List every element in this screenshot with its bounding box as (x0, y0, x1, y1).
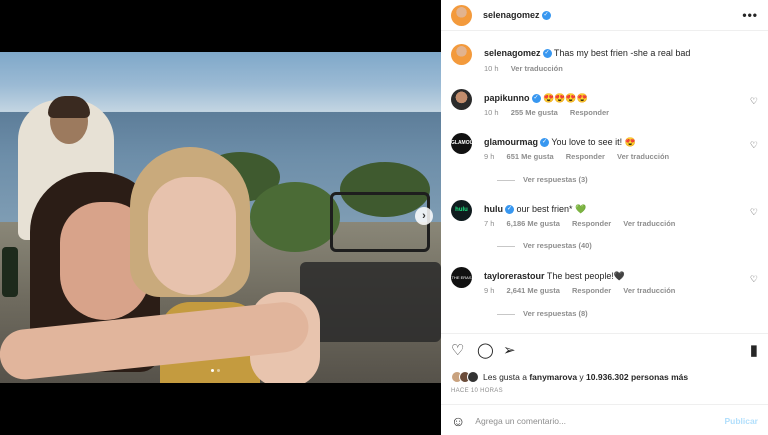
bookmark-icon[interactable]: ▮ (750, 342, 758, 360)
likes-middle: y (579, 372, 584, 382)
comment-input[interactable] (475, 415, 706, 426)
photo-bottle (2, 247, 18, 297)
comment-time: 9 h (484, 152, 495, 161)
translate-link[interactable]: Ver traducción (623, 286, 675, 295)
reply-link[interactable]: Responder (572, 286, 611, 295)
comment-time: 7 h (484, 219, 495, 228)
publish-button[interactable]: Publicar (724, 416, 758, 426)
photo-woman-face (148, 177, 236, 295)
post-panel: selenagomez ✓ ••• selenagomez ✓ Thas my b… (441, 0, 768, 435)
reply-link[interactable]: Responder (570, 108, 609, 117)
author-username[interactable]: selenagomez (483, 10, 540, 20)
post-photo[interactable] (0, 52, 441, 383)
reply-link[interactable]: Responder (566, 152, 605, 161)
likes-summary: Les gusta a fanymarova y 10.936.302 pers… (451, 371, 688, 383)
comment-likes[interactable]: 255 Me gusta (511, 108, 558, 117)
view-replies-link[interactable]: Ver respuestas (3) (497, 175, 588, 184)
likes-text: Les gusta a fanymarova y 10.936.302 pers… (483, 372, 688, 382)
translate-link[interactable]: Ver traducción (623, 219, 675, 228)
verified-icon: ✓ (542, 49, 552, 59)
avatar[interactable] (451, 4, 472, 26)
comment-username[interactable]: papikunno (484, 93, 530, 103)
avatar[interactable]: GLAMOUR (451, 133, 472, 154)
carousel-dot (211, 369, 214, 372)
photo-man-hair (48, 96, 90, 118)
share-icon[interactable]: ➢ (503, 342, 516, 360)
avatar[interactable] (451, 89, 472, 110)
view-replies-link[interactable]: Ver respuestas (8) (497, 309, 588, 318)
verified-icon: ✓ (541, 10, 551, 20)
carousel-dots (211, 369, 220, 372)
comment-body: glamourmag ✓ You love to see it! 😍 (484, 136, 734, 148)
emoji-icon[interactable]: ☺ (451, 413, 465, 429)
avatar[interactable] (451, 44, 472, 65)
verified-icon: ✓ (531, 94, 541, 104)
heart-icon[interactable]: ♡ (750, 274, 758, 285)
heart-icon[interactable]: ♡ (750, 140, 758, 151)
avatar[interactable]: THE ERAS TOUR (451, 267, 472, 288)
verified-icon: ✓ (540, 138, 550, 148)
liker-avatar (467, 371, 479, 383)
comment-meta: 9 h 651 Me gusta Responder Ver traducció… (484, 152, 679, 161)
likes-user[interactable]: fanymarova (529, 372, 577, 382)
action-icons: ♡ ◯ ➢ ▮ (451, 342, 758, 360)
comment-username[interactable]: taylorerastour (484, 271, 545, 281)
chevron-right-icon: › (422, 210, 426, 222)
comment-text: The best people!🖤 (546, 271, 626, 281)
heart-icon[interactable]: ♡ (451, 342, 464, 360)
comment-meta: 10 h 255 Me gusta Responder (484, 108, 619, 117)
post-actions: ♡ ◯ ➢ ▮ Les gusta a fanymarova y 10.936.… (441, 333, 768, 435)
comment-likes[interactable]: 2,641 Me gusta (507, 286, 560, 295)
comment-meta: 7 h 6,186 Me gusta Responder Ver traducc… (484, 219, 685, 228)
comment-text: 😍😍😍😍 (543, 93, 588, 103)
translate-link[interactable]: Ver traducción (511, 64, 563, 73)
comment-body: hulu ✓ our best frien* 💚 (484, 203, 734, 215)
reply-link[interactable]: Responder (572, 219, 611, 228)
likes-count[interactable]: 10.936.302 personas más (586, 372, 688, 382)
comment-text: our best frien* 💚 (516, 204, 587, 214)
photo-chair (330, 192, 430, 252)
comment-likes[interactable]: 651 Me gusta (507, 152, 554, 161)
post-media: › (0, 0, 441, 435)
photo-table (300, 262, 441, 342)
comment-text: You love to see it! 😍 (551, 137, 636, 147)
carousel-dot (217, 369, 220, 372)
translate-link[interactable]: Ver traducción (617, 152, 669, 161)
comment-body: papikunno ✓ 😍😍😍😍 (484, 92, 734, 104)
heart-icon[interactable]: ♡ (750, 207, 758, 218)
more-horizontal-icon[interactable]: ••• (742, 8, 758, 22)
comment-meta: 9 h 2,641 Me gusta Responder Ver traducc… (484, 286, 685, 295)
heart-icon[interactable]: ♡ (750, 96, 758, 107)
comment-box: ☺ Publicar (441, 404, 768, 435)
comment-icon[interactable]: ◯ (477, 342, 494, 360)
view-replies-link[interactable]: Ver respuestas (40) (497, 241, 592, 250)
comment-time: 9 h (484, 286, 495, 295)
comments-list: selenagomez ✓ Thas my best frien -she a r… (441, 32, 768, 332)
likes-prefix: Les gusta a (483, 372, 527, 382)
comment-text: Thas my best frien -she a real bad (553, 48, 691, 58)
photo-bush (250, 182, 340, 252)
next-image-button[interactable]: › (415, 207, 433, 225)
comment-time: 10 h (484, 108, 499, 117)
comment-body: selenagomez ✓ Thas my best frien -she a r… (484, 47, 734, 59)
avatar[interactable]: hulu (451, 200, 472, 221)
comment-time: 10 h (484, 64, 499, 73)
comment-username[interactable]: selenagomez (484, 48, 541, 58)
verified-icon: ✓ (505, 205, 514, 215)
post-header: selenagomez ✓ ••• (441, 0, 768, 31)
comment-meta: 10 h Ver traducción (484, 64, 573, 73)
post-timestamp: HACE 10 HORAS (451, 388, 503, 394)
comment-username[interactable]: hulu (484, 204, 503, 214)
comment-likes[interactable]: 6,186 Me gusta (507, 219, 560, 228)
comment-body: taylorerastour The best people!🖤 (484, 270, 734, 282)
comment-username[interactable]: glamourmag (484, 137, 538, 147)
